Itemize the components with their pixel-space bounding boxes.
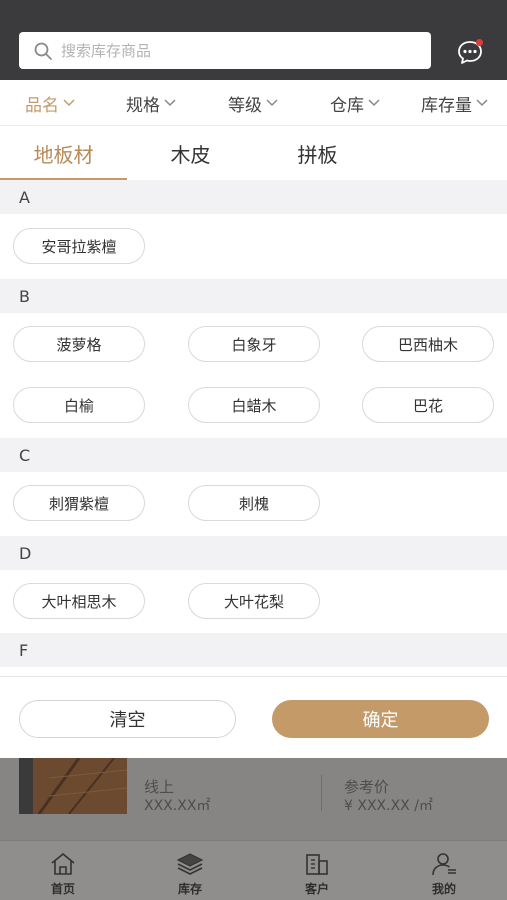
chevron-down-icon [368,99,380,107]
ref-price-label: 参考价 [344,778,390,796]
nav-label: 客户 [304,882,329,896]
filter-stock-qty[interactable]: 库存量 [421,80,488,126]
filter-spec[interactable]: 规格 [126,80,176,126]
divider [321,775,322,811]
species-chip[interactable]: 白蜡木 [188,387,320,423]
filter-panel-actions: 清空 确定 [0,676,507,758]
search-input[interactable]: 搜索库存商品 [19,32,431,69]
filter-label: 仓库 [330,95,364,116]
message-badge [476,39,483,46]
nav-label: 首页 [50,882,75,896]
section-header-f: F [0,633,507,667]
nav-customers[interactable]: 客户 [254,841,380,900]
search-placeholder: 搜索库存商品 [61,42,152,60]
layers-icon [176,853,204,875]
species-chip[interactable]: 巴西柚木 [362,326,494,362]
species-chip[interactable]: 大叶相思木 [13,583,145,619]
species-chip[interactable]: 白榆 [13,387,145,423]
online-value: XXX.XX㎡ [144,798,211,814]
building-icon [306,854,328,875]
species-chip[interactable]: 刺猬紫檀 [13,485,145,521]
online-label: 线上 [144,778,175,796]
bottom-nav: 首页 库存 客户 我的 [0,840,507,900]
chevron-down-icon [476,99,488,107]
filter-label: 库存量 [421,95,472,116]
filter-label: 等级 [228,95,262,116]
chevron-down-icon [63,99,75,107]
filter-label: 规格 [126,95,160,116]
ref-price-value: ¥ XXX.XX /㎡ [344,798,433,814]
filter-grade[interactable]: 等级 [228,80,278,126]
nav-label: 库存 [177,882,202,896]
tab-veneer[interactable]: 木皮 [127,127,254,180]
filter-warehouse[interactable]: 仓库 [330,80,380,126]
species-chip[interactable]: 安哥拉紫檀 [13,228,145,264]
nav-home[interactable]: 首页 [0,841,126,900]
species-chip[interactable]: 巴花 [362,387,494,423]
tab-flooring[interactable]: 地板材 [0,127,127,180]
category-tabs: 地板材 木皮 拼板 [0,127,507,180]
filter-label: 品名 [25,95,59,116]
section-header-b: B [0,279,507,313]
section-header-d: D [0,536,507,570]
section-header-c: C [0,438,507,472]
confirm-button[interactable]: 确定 [272,700,489,738]
species-chip[interactable]: 刺槐 [188,485,320,521]
chat-bubble-icon[interactable] [456,38,484,66]
product-image [19,758,127,814]
nav-profile[interactable]: 我的 [381,841,507,900]
clear-button[interactable]: 清空 [19,700,236,738]
filter-product-name[interactable]: 品名 [25,80,75,126]
tab-panel[interactable]: 拼板 [254,127,381,180]
chevron-down-icon [164,99,176,107]
top-bar: 搜索库存商品 [0,0,507,80]
species-chip[interactable]: 白象牙 [188,326,320,362]
home-icon [51,853,75,875]
chevron-down-icon [266,99,278,107]
nav-label: 我的 [431,882,456,896]
filter-bar: 品名 规格 等级 仓库 库存量 [0,80,507,126]
nav-inventory[interactable]: 库存 [127,841,253,900]
section-header-a: A [0,180,507,214]
search-icon [34,42,52,60]
species-chip[interactable]: 大叶花梨 [188,583,320,619]
user-icon [432,853,456,876]
species-chip[interactable]: 菠萝格 [13,326,145,362]
